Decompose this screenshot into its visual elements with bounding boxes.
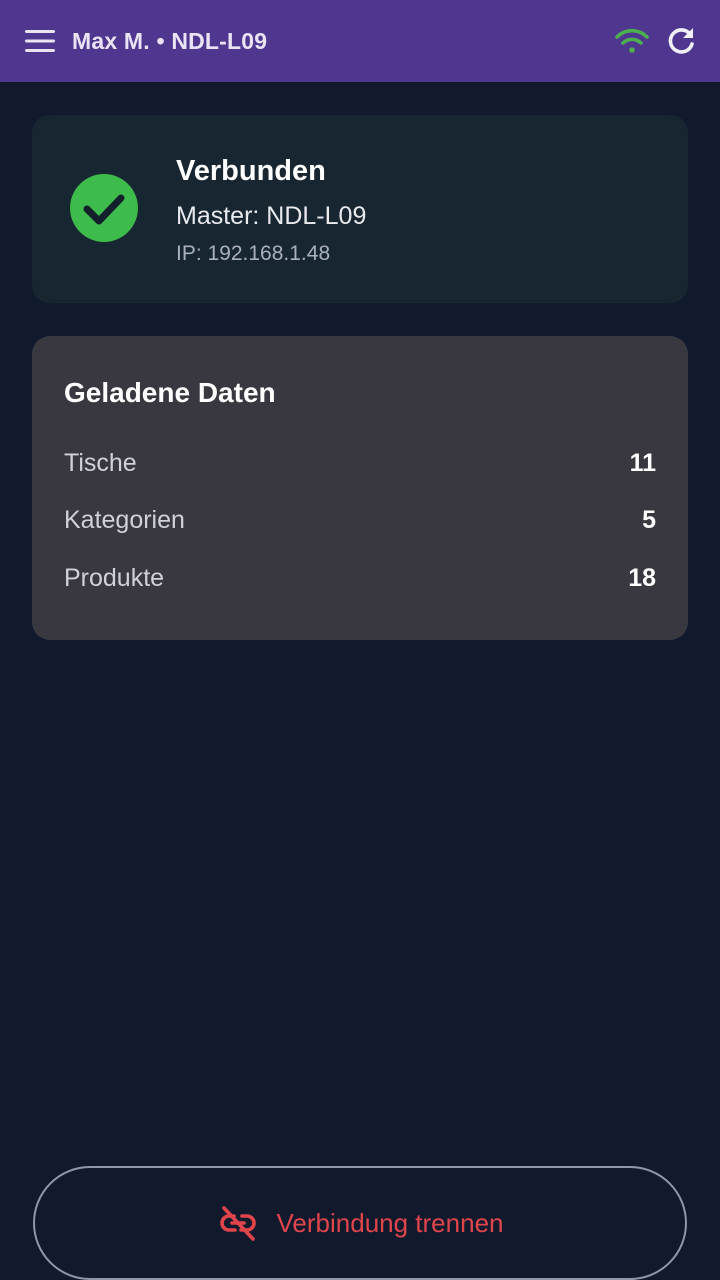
disconnect-button[interactable]: Verbindung trennen: [33, 1166, 687, 1280]
data-row-categories: Kategorien 5: [64, 500, 656, 540]
loaded-data-title: Geladene Daten: [64, 377, 276, 408]
refresh-button[interactable]: [664, 24, 698, 58]
connection-status-card: Verbunden Master: NDL-L09 IP: 192.168.1.…: [32, 115, 688, 303]
refresh-icon: [668, 28, 694, 54]
data-row-tables: Tische 11: [64, 443, 656, 483]
row-value: 18: [628, 563, 656, 592]
menu-icon: [25, 30, 55, 52]
status-title: Verbunden: [176, 155, 326, 187]
master-name: Master: NDL-L09: [176, 202, 367, 230]
row-value: 11: [629, 448, 656, 477]
unlink-icon: [219, 1206, 256, 1241]
check-circle-icon: [70, 174, 138, 242]
menu-button[interactable]: [24, 27, 56, 55]
data-row-products: Produkte 18: [64, 558, 656, 598]
app-title: Max M. • NDL-L09: [72, 27, 268, 54]
row-label: Produkte: [64, 563, 165, 592]
app-screen: Max M. • NDL-L09 Verbunden Master: NDL-L…: [0, 0, 720, 1280]
row-label: Kategorien: [64, 505, 185, 534]
disconnect-label: Verbindung trennen: [276, 1207, 504, 1238]
top-app-bar: Max M. • NDL-L09: [0, 0, 720, 82]
row-value: 5: [642, 505, 656, 534]
ip-address: IP: 192.168.1.48: [176, 242, 331, 265]
wifi-status-button[interactable]: [614, 26, 650, 56]
loaded-data-card: Geladene Daten Tische 11 Kategorien 5 Pr…: [32, 336, 688, 640]
row-label: Tische: [64, 448, 137, 477]
wifi-icon: [615, 28, 649, 53]
